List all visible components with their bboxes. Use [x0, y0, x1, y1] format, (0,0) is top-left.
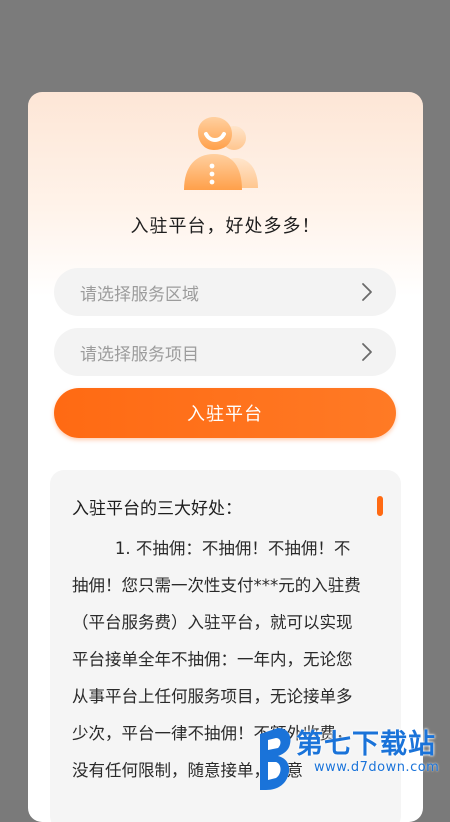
service-region-select[interactable]: 请选择服务区域 [54, 268, 396, 316]
page-title: 入驻平台，好处多多！ [130, 216, 321, 237]
chevron-right-icon [362, 343, 372, 361]
scrollbar-thumb[interactable] [377, 496, 383, 516]
watermark-logo-icon [260, 728, 291, 790]
service-project-placeholder: 请选择服务项目 [80, 344, 199, 365]
join-platform-card: 入驻平台，好处多多！ 请选择服务区域 请选择服务项目 入驻平台 入驻平台的三大好… [28, 92, 423, 822]
join-platform-button[interactable]: 入驻平台 [54, 388, 396, 438]
service-project-select[interactable]: 请选择服务项目 [54, 328, 396, 376]
site-watermark: 第七下载站 www.d7down.com [256, 720, 450, 800]
benefits-title: 入驻平台的三大好处： [72, 499, 242, 519]
chevron-right-icon [362, 283, 372, 301]
watermark-url: www.d7down.com [314, 760, 440, 775]
watermark-text: 第七下载站 [296, 729, 436, 760]
support-agent-icon [180, 114, 260, 194]
service-region-placeholder: 请选择服务区域 [80, 284, 199, 305]
